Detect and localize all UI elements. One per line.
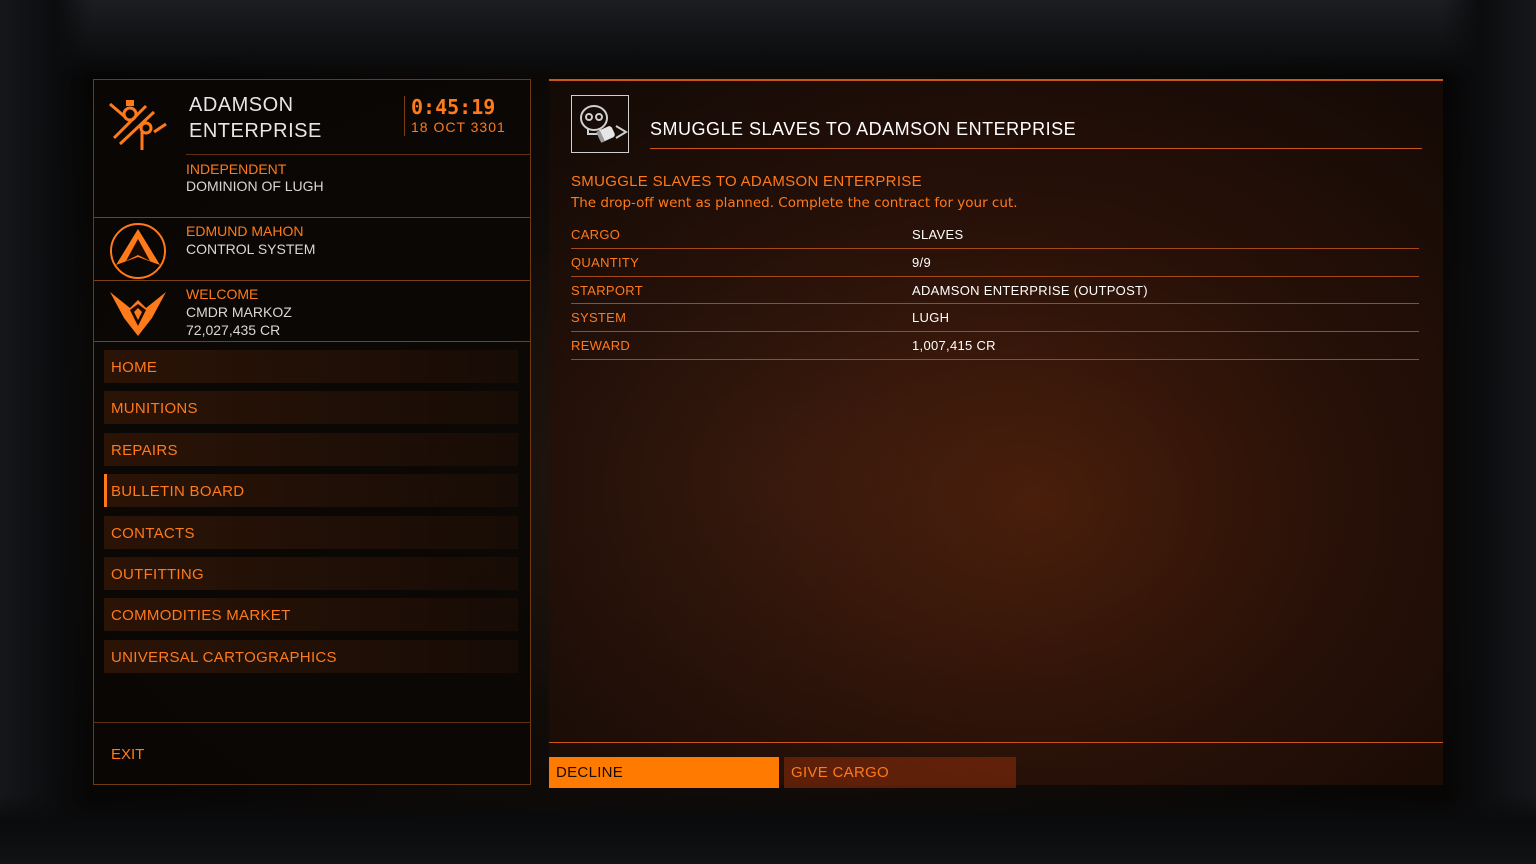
cockpit-frame-right xyxy=(1442,0,1536,864)
commander-credits: 72,027,435 CR xyxy=(186,322,281,338)
detail-label: CARGO xyxy=(571,227,621,242)
menu-item-bulletin-board[interactable]: BULLETIN BOARD xyxy=(104,474,518,508)
outpost-station-icon xyxy=(109,100,167,150)
power-status: CONTROL SYSTEM xyxy=(186,241,316,257)
menu-item-outfitting[interactable]: OUTFITTING xyxy=(104,556,518,590)
station-name: ADAMSON ENTERPRISE xyxy=(189,94,322,142)
commander-name: CMDR MARKOZ xyxy=(186,304,292,320)
power-emblem-icon xyxy=(110,223,166,279)
faction-allegiance: INDEPENDENT xyxy=(186,161,287,177)
mission-icon-frame xyxy=(571,95,629,153)
detail-label: REWARD xyxy=(571,338,631,354)
commander-text: WELCOME CMDR MARKOZ 72,027,435 CR xyxy=(186,285,292,339)
skull-smuggle-icon xyxy=(580,105,628,143)
divider xyxy=(549,742,1443,743)
detail-row-reward: REWARD 1,007,415 CR xyxy=(571,332,1419,360)
game-clock: 0:45:19 18 OCT 3301 xyxy=(404,96,506,136)
exit-button[interactable]: EXIT xyxy=(104,738,518,771)
station-info: ADAMSON ENTERPRISE 0:45:19 18 OCT 3301 I… xyxy=(94,80,530,218)
rank-wings-icon xyxy=(110,292,166,336)
clock-date: 18 OCT 3301 xyxy=(411,119,506,135)
mission-details-table: CARGO SLAVES QUANTITY 9/9 STARPORT ADAMS… xyxy=(571,221,1419,360)
detail-value: 1,007,415 CR xyxy=(912,338,996,354)
welcome-label: WELCOME xyxy=(186,286,259,302)
cockpit-frame-bottom xyxy=(0,794,1536,864)
power-text: EDMUND MAHON CONTROL SYSTEM xyxy=(186,222,315,258)
detail-row-quantity: QUANTITY 9/9 xyxy=(571,249,1419,277)
menu-item-munitions[interactable]: MUNITIONS xyxy=(104,391,518,425)
divider xyxy=(186,154,530,155)
menu-item-home[interactable]: HOME xyxy=(104,350,518,383)
detail-row-starport: STARPORT ADAMSON ENTERPRISE (OUTPOST) xyxy=(571,277,1419,305)
menu-item-repairs[interactable]: REPAIRS xyxy=(104,432,518,466)
detail-value: 9/9 xyxy=(912,254,931,270)
detail-value: ADAMSON ENTERPRISE (OUTPOST) xyxy=(912,282,1148,298)
commander-info: WELCOME CMDR MARKOZ 72,027,435 CR xyxy=(94,282,530,342)
detail-row-cargo: CARGO SLAVES xyxy=(571,221,1419,249)
detail-value: SLAVES xyxy=(912,227,964,242)
power-name: EDMUND MAHON xyxy=(186,223,304,239)
detail-label: STARPORT xyxy=(571,282,643,298)
cockpit-frame-left xyxy=(0,0,92,864)
cockpit-frame-top xyxy=(0,0,1536,78)
services-menu: HOME MUNITIONS REPAIRS BULLETIN BOARD CO… xyxy=(104,350,518,681)
decline-button[interactable]: DECLINE xyxy=(549,757,779,788)
menu-item-universal-cartographics[interactable]: UNIVERSAL CARTOGRAPHICS xyxy=(104,639,518,673)
station-services-panel: ADAMSON ENTERPRISE 0:45:19 18 OCT 3301 I… xyxy=(93,79,531,785)
menu-item-contacts[interactable]: CONTACTS xyxy=(104,515,518,549)
detail-label: QUANTITY xyxy=(571,254,640,270)
detail-value: LUGH xyxy=(912,310,950,326)
mission-description: The drop-off went as planned. Complete t… xyxy=(571,195,1018,211)
station-faction: INDEPENDENT DOMINION OF LUGH xyxy=(186,161,324,195)
give-cargo-button[interactable]: GIVE CARGO xyxy=(784,757,1016,788)
mission-header: SMUGGLE SLAVES TO ADAMSON ENTERPRISE xyxy=(650,119,1422,149)
detail-label: SYSTEM xyxy=(571,310,627,326)
mission-title: SMUGGLE SLAVES TO ADAMSON ENTERPRISE xyxy=(571,173,922,190)
menu-item-commodities-market[interactable]: COMMODITIES MARKET xyxy=(104,598,518,632)
clock-time: 0:45:19 xyxy=(411,95,496,119)
divider xyxy=(94,722,530,723)
mission-panel: SMUGGLE SLAVES TO ADAMSON ENTERPRISE SMU… xyxy=(549,79,1443,788)
power-info: EDMUND MAHON CONTROL SYSTEM xyxy=(94,219,530,281)
detail-row-system: SYSTEM LUGH xyxy=(571,304,1419,333)
faction-name: DOMINION OF LUGH xyxy=(186,178,324,194)
